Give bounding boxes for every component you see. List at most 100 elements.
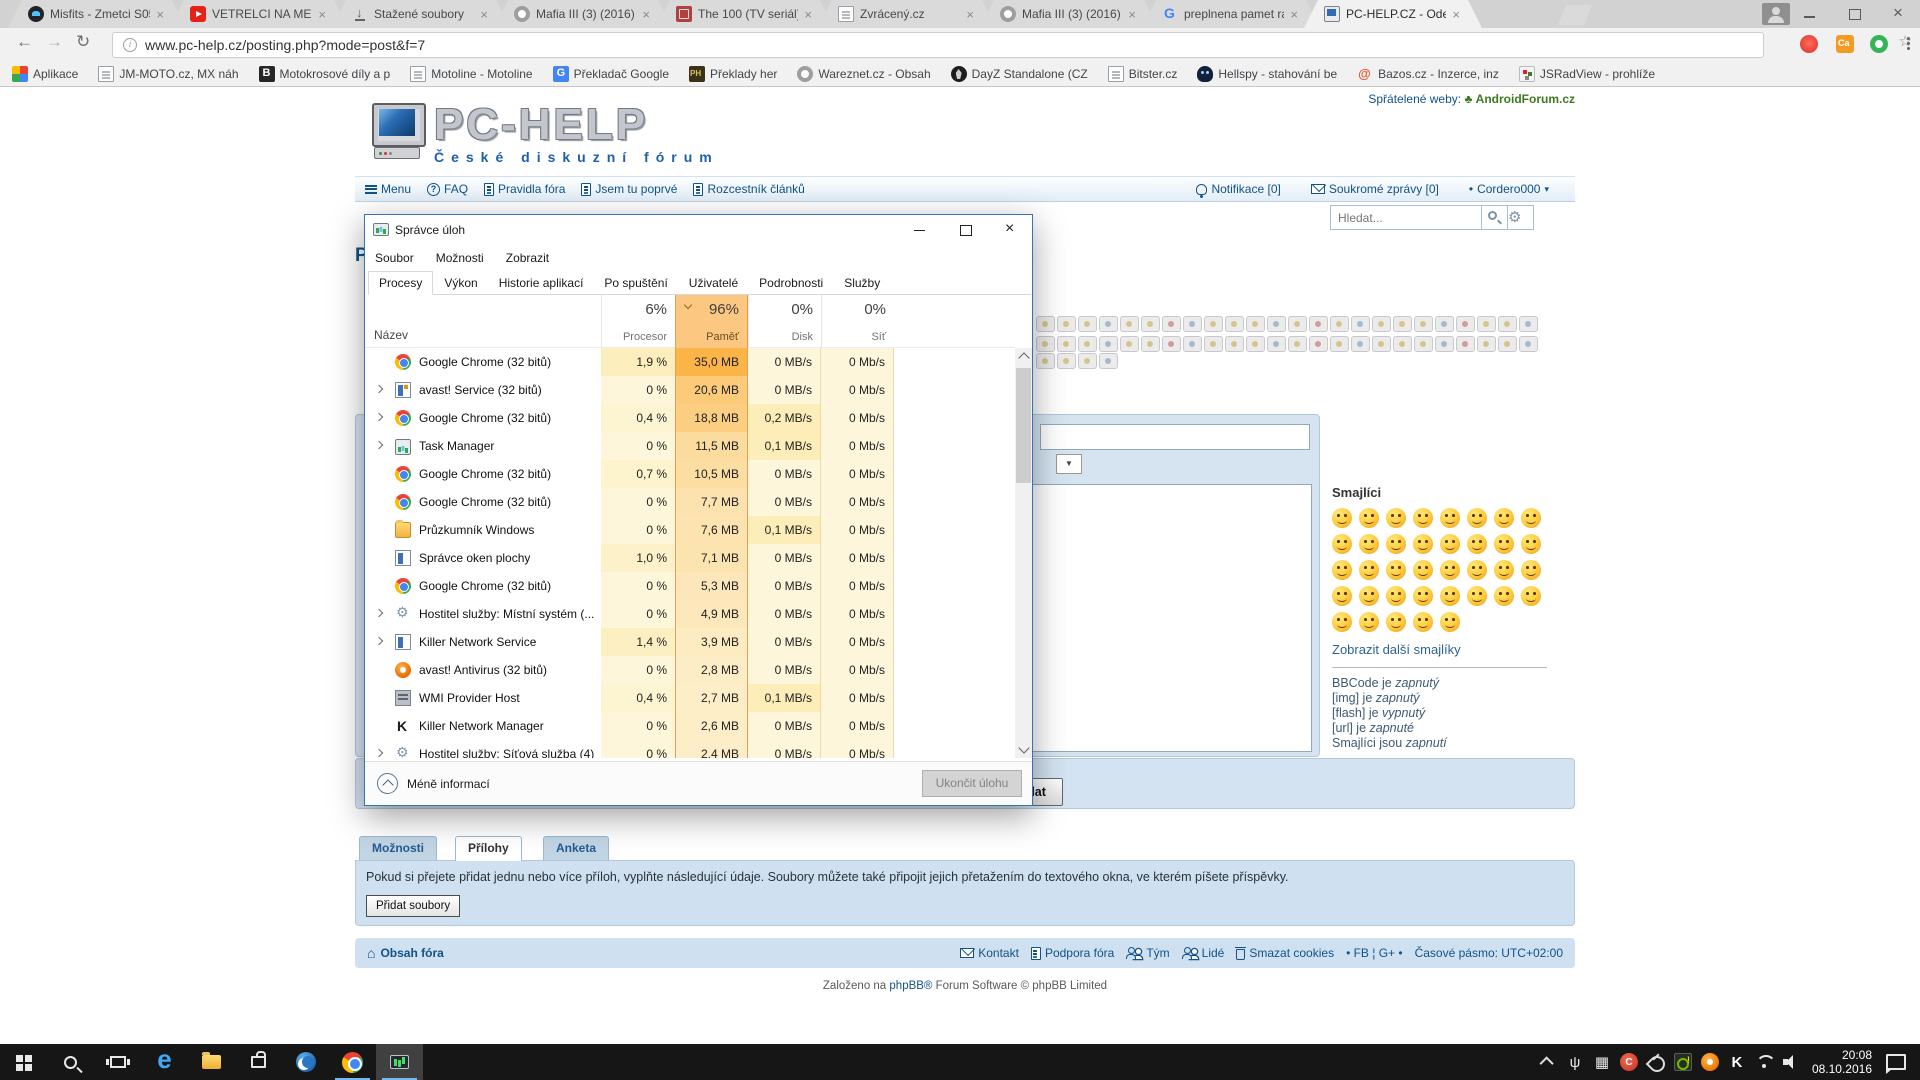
smiley-icon[interactable] bbox=[1386, 508, 1406, 528]
column-network[interactable]: 0% Síť bbox=[821, 295, 894, 348]
tm-menu-možnosti[interactable]: Možnosti bbox=[436, 251, 484, 265]
satellite-icon[interactable] bbox=[1647, 1053, 1665, 1071]
smiley-icon[interactable] bbox=[1413, 612, 1433, 632]
smiley-icon[interactable] bbox=[1494, 534, 1514, 554]
add-files-button[interactable]: Přidat soubory bbox=[366, 895, 460, 917]
editor-button-icon[interactable] bbox=[1435, 316, 1454, 332]
ccleaner-icon[interactable] bbox=[1620, 1053, 1638, 1071]
profile-icon[interactable] bbox=[1762, 3, 1790, 25]
browser-tab[interactable]: preplnena pamet ram -× bbox=[1142, 0, 1320, 28]
footer-link-smazat-cookies[interactable]: Smazat cookies bbox=[1236, 946, 1334, 960]
smiley-icon[interactable] bbox=[1332, 534, 1352, 554]
process-row[interactable]: Task Manager0 %11,5 MB0,1 MB/s0 Mb/s bbox=[365, 432, 1015, 460]
editor-button-icon[interactable] bbox=[1099, 336, 1118, 352]
red-extension-icon[interactable] bbox=[1800, 35, 1818, 53]
expand-chevron-icon[interactable] bbox=[375, 637, 383, 645]
tm-menu-zobrazit[interactable]: Zobrazit bbox=[506, 251, 549, 265]
bookmark-item[interactable]: Motokrosové díly a p bbox=[259, 66, 391, 82]
smiley-icon[interactable] bbox=[1494, 560, 1514, 580]
bookmark-item[interactable]: Bitster.cz bbox=[1108, 66, 1178, 82]
bookmark-item[interactable]: Bazos.cz - Inzerce, inz bbox=[1357, 66, 1499, 82]
taskbar-thunderbird-button[interactable] bbox=[282, 1044, 329, 1080]
editor-button-icon[interactable] bbox=[1204, 336, 1223, 352]
nav-item-jsem-tu-poprv-[interactable]: Jsem tu poprvé bbox=[581, 182, 677, 196]
taskbar-search-button[interactable] bbox=[47, 1044, 94, 1080]
editor-button-icon[interactable] bbox=[1036, 353, 1055, 369]
column-name[interactable]: Název bbox=[374, 328, 408, 342]
tab-close-icon[interactable]: × bbox=[804, 8, 812, 21]
taskbar-chrome-button[interactable] bbox=[329, 1044, 376, 1080]
editor-button-icon[interactable] bbox=[1351, 316, 1370, 332]
editor-button-icon[interactable] bbox=[1267, 316, 1286, 332]
expand-chevron-icon[interactable] bbox=[375, 413, 383, 421]
subject-input[interactable] bbox=[1040, 424, 1310, 450]
smiley-icon[interactable] bbox=[1332, 586, 1352, 606]
address-bar[interactable]: i www.pc-help.cz/posting.php?mode=post&f… bbox=[112, 32, 1764, 58]
smiley-icon[interactable] bbox=[1386, 586, 1406, 606]
nvidia-icon[interactable] bbox=[1674, 1053, 1692, 1071]
tm-maximize-button[interactable] bbox=[942, 215, 987, 245]
editor-button-icon[interactable] bbox=[1057, 336, 1076, 352]
editor-button-icon[interactable] bbox=[1141, 316, 1160, 332]
editor-button-icon[interactable] bbox=[1519, 336, 1538, 352]
killer-k-icon[interactable] bbox=[1728, 1053, 1746, 1071]
process-row[interactable]: avast! Antivirus (32 bitů)0 %2,8 MB0 MB/… bbox=[365, 656, 1015, 684]
tab-close-icon[interactable]: × bbox=[1128, 8, 1136, 21]
smiley-icon[interactable] bbox=[1521, 534, 1541, 554]
smiley-icon[interactable] bbox=[1413, 508, 1433, 528]
browser-tab[interactable]: VETRELCI NA MESICI - J× bbox=[170, 0, 348, 28]
avast-icon[interactable] bbox=[1701, 1053, 1719, 1071]
browser-tab[interactable]: Misfits - Zmetci S05E05× bbox=[8, 0, 186, 28]
bookmark-item[interactable]: Hellspy - stahování be bbox=[1197, 66, 1337, 82]
editor-button-icon[interactable] bbox=[1225, 336, 1244, 352]
tm-menu-soubor[interactable]: Soubor bbox=[375, 251, 414, 265]
window-close-button[interactable] bbox=[1876, 0, 1920, 28]
editor-button-icon[interactable] bbox=[1288, 336, 1307, 352]
search-button[interactable] bbox=[1482, 205, 1508, 230]
taskbar-start-button[interactable] bbox=[0, 1044, 47, 1080]
app-grid-icon[interactable] bbox=[1593, 1053, 1611, 1071]
editor-button-icon[interactable] bbox=[1225, 316, 1244, 332]
editor-button-icon[interactable] bbox=[1120, 316, 1139, 332]
search-input[interactable] bbox=[1330, 205, 1482, 230]
browser-tab[interactable]: Stažené soubory× bbox=[332, 0, 510, 28]
forward-icon[interactable]: → bbox=[46, 32, 63, 52]
expand-chevron-icon[interactable] bbox=[375, 749, 383, 757]
editor-button-icon[interactable] bbox=[1498, 336, 1517, 352]
bookmark-item[interactable]: JSRadView - prohlíže bbox=[1519, 66, 1655, 82]
editor-button-icon[interactable] bbox=[1057, 316, 1076, 332]
smiley-icon[interactable] bbox=[1440, 560, 1460, 580]
process-row[interactable]: Průzkumník Windows0 %7,6 MB0,1 MB/s0 Mb/… bbox=[365, 516, 1015, 544]
smiley-icon[interactable] bbox=[1521, 508, 1541, 528]
editor-button-icon[interactable] bbox=[1183, 336, 1202, 352]
task-manager-titlebar[interactable]: Správce úloh bbox=[365, 215, 1032, 245]
smiley-icon[interactable] bbox=[1359, 612, 1379, 632]
footer-link-lid-[interactable]: Lidé bbox=[1182, 946, 1225, 960]
smiley-icon[interactable] bbox=[1413, 586, 1433, 606]
partner-link[interactable]: AndroidForum.cz bbox=[1476, 92, 1575, 106]
editor-button-icon[interactable] bbox=[1309, 336, 1328, 352]
phpbb-link[interactable]: phpBB® bbox=[889, 980, 932, 992]
tab-close-icon[interactable]: × bbox=[642, 8, 650, 21]
smiley-icon[interactable] bbox=[1359, 560, 1379, 580]
smiley-icon[interactable] bbox=[1467, 560, 1487, 580]
bookmark-item[interactable]: Motoline - Motoline bbox=[410, 66, 532, 82]
editor-button-icon[interactable] bbox=[1183, 316, 1202, 332]
process-row[interactable]: Google Chrome (32 bitů)0 %7,7 MB0 MB/s0 … bbox=[365, 488, 1015, 516]
tm-tab-procesy[interactable]: Procesy bbox=[368, 271, 433, 295]
editor-button-icon[interactable] bbox=[1477, 316, 1496, 332]
smiley-icon[interactable] bbox=[1413, 534, 1433, 554]
expand-chevron-icon[interactable] bbox=[375, 385, 383, 393]
smiley-icon[interactable] bbox=[1359, 534, 1379, 554]
expand-chevron-icon[interactable] bbox=[375, 609, 383, 617]
editor-button-icon[interactable] bbox=[1456, 336, 1475, 352]
orange-extension-icon[interactable] bbox=[1836, 35, 1854, 53]
editor-button-icon[interactable] bbox=[1057, 353, 1076, 369]
process-row[interactable]: Google Chrome (32 bitů)0,7 %10,5 MB0 MB/… bbox=[365, 460, 1015, 488]
smiley-icon[interactable] bbox=[1521, 586, 1541, 606]
tab-close-icon[interactable]: × bbox=[318, 8, 326, 21]
editor-button-icon[interactable] bbox=[1078, 336, 1097, 352]
process-row[interactable]: Hostitel služby: Síťová služba (4)0 %2,4… bbox=[365, 740, 1015, 758]
column-memory-sorted[interactable]: 96% Paměť bbox=[675, 295, 748, 348]
smiley-icon[interactable] bbox=[1332, 508, 1352, 528]
